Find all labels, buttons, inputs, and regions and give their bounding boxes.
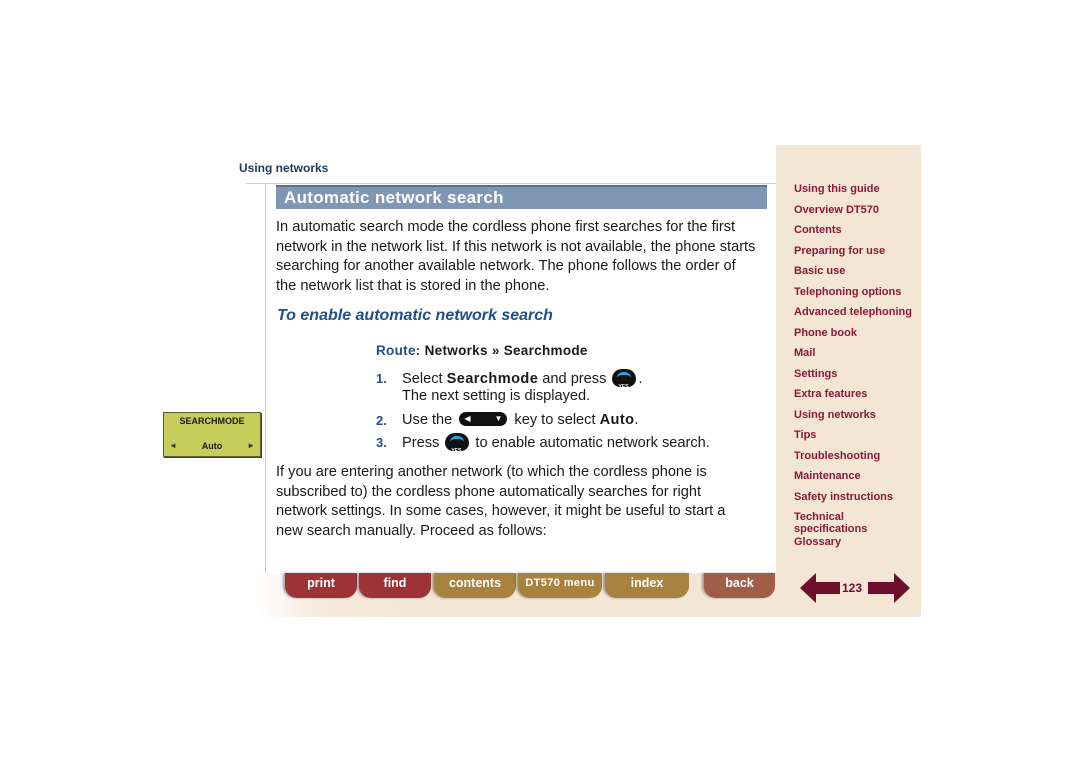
index-button[interactable]: index (605, 573, 689, 598)
lcd-display: SEARCHMODE ◄ Auto ► (163, 412, 261, 457)
step-number: 1. (376, 371, 387, 386)
sidebar-nav: Using this guide Overview DT570 Contents… (794, 183, 912, 557)
yes-key-icon (612, 369, 637, 397)
sidebar-item-troubleshooting[interactable]: Troubleshooting (794, 450, 912, 471)
sidebar-item-preparing[interactable]: Preparing for use (794, 245, 912, 266)
previous-page-arrow-icon[interactable] (800, 573, 840, 603)
next-page-arrow-icon[interactable] (868, 573, 910, 603)
sidebar-item-glossary[interactable]: Glossary (794, 536, 912, 557)
contents-button[interactable]: contents (434, 573, 516, 598)
section-title-bar: Automatic network search (276, 185, 767, 209)
sidebar: Using this guide Overview DT570 Contents… (776, 145, 921, 617)
step-text-part: Use the (402, 412, 457, 428)
menu-button[interactable]: DT570 menu (518, 573, 602, 598)
sidebar-item-extra-features[interactable]: Extra features (794, 388, 912, 409)
sidebar-item-maintenance[interactable]: Maintenance (794, 470, 912, 491)
sidebar-item-phone-book[interactable]: Phone book (794, 327, 912, 348)
sidebar-item-mail[interactable]: Mail (794, 347, 912, 368)
step-text-part: Press (402, 435, 444, 451)
step-number: 2. (376, 413, 387, 428)
sidebar-item-telephoning-options[interactable]: Telephoning options (794, 286, 912, 307)
sidebar-item-safety[interactable]: Safety instructions (794, 491, 912, 512)
yes-key-icon (445, 433, 470, 461)
back-button[interactable]: back (704, 573, 775, 598)
step-text: Press to enable automatic network search… (402, 433, 710, 461)
step-text-part: and press (538, 371, 611, 387)
sidebar-item-contents[interactable]: Contents (794, 224, 912, 245)
step-text: Select Searchmode and press . (402, 369, 643, 397)
step-text: Use the ◀ ▼ key to select Auto. (402, 411, 638, 430)
route: Route: Networks » Searchmode (376, 343, 588, 358)
step-number: 3. (376, 435, 387, 450)
route-label: Route: (376, 343, 421, 358)
step-subtext: The next setting is displayed. (402, 388, 591, 404)
print-button[interactable]: print (285, 573, 357, 598)
sidebar-item-using-networks[interactable]: Using networks (794, 409, 912, 430)
frame-line (246, 183, 266, 184)
step-keyword: Searchmode (446, 371, 539, 387)
outro-paragraph: If you are entering another network (to … (276, 464, 726, 539)
sidebar-item-advanced-telephoning[interactable]: Advanced telephoning (794, 306, 912, 327)
sidebar-item-settings[interactable]: Settings (794, 368, 912, 389)
subheading: To enable automatic network search (277, 307, 553, 324)
intro-paragraph: In automatic search mode the cordless ph… (276, 219, 756, 294)
sidebar-item-basic-use[interactable]: Basic use (794, 265, 912, 286)
step-text-part: . (638, 371, 643, 387)
lcd-value: Auto (201, 441, 223, 451)
lcd-right-arrow-icon: ► (247, 441, 255, 450)
step-text-part: to enable automatic network search. (471, 435, 710, 451)
page-number: 123 (842, 581, 863, 595)
step-keyword: Auto (599, 412, 635, 428)
pager: 123 (800, 572, 910, 604)
route-path: Networks » Searchmode (424, 343, 588, 358)
lcd-title: SEARCHMODE (179, 416, 245, 426)
step-text-part: . (634, 412, 639, 428)
step-text-part: Select (402, 371, 447, 387)
sidebar-item-tips[interactable]: Tips (794, 429, 912, 450)
step-text-part: key to select (510, 412, 600, 428)
sidebar-item-using-this-guide[interactable]: Using this guide (794, 183, 912, 204)
section-title: Automatic network search (284, 188, 504, 207)
breadcrumb: Using networks (239, 161, 329, 175)
sidebar-item-technical-specs[interactable]: Technical specifications (794, 511, 874, 536)
find-button[interactable]: find (359, 573, 431, 598)
sidebar-item-overview[interactable]: Overview DT570 (794, 204, 912, 225)
nav-key-icon: ◀ ▼ (459, 412, 508, 426)
